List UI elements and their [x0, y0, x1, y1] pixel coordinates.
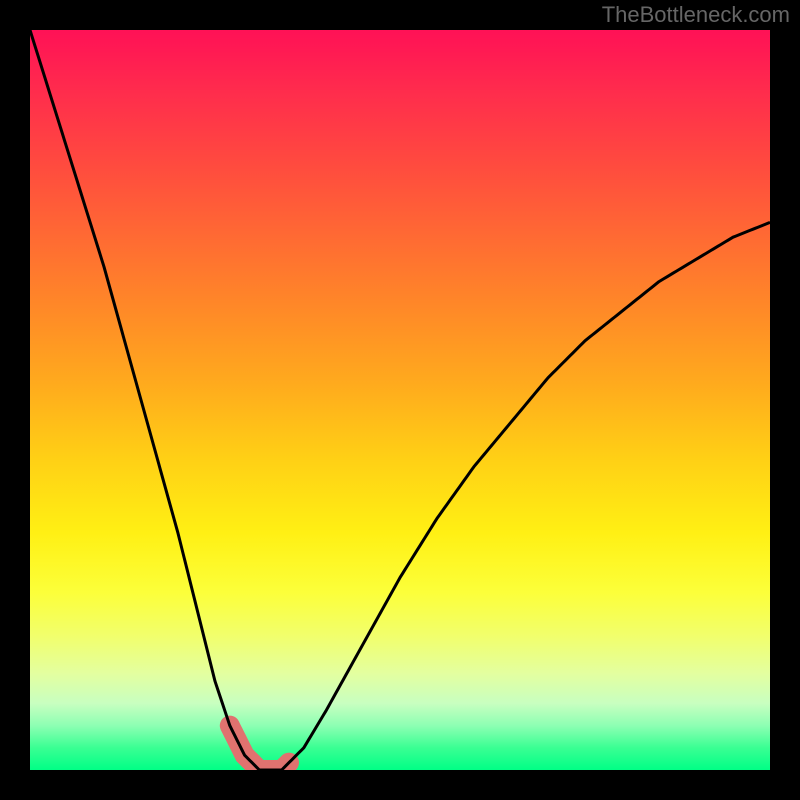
watermark-text: TheBottleneck.com — [602, 2, 790, 28]
indicator-group — [230, 726, 289, 770]
bottleneck-curve — [30, 30, 770, 770]
chart-frame: TheBottleneck.com — [0, 0, 800, 800]
plot-area — [30, 30, 770, 770]
curve-layer — [30, 30, 770, 770]
